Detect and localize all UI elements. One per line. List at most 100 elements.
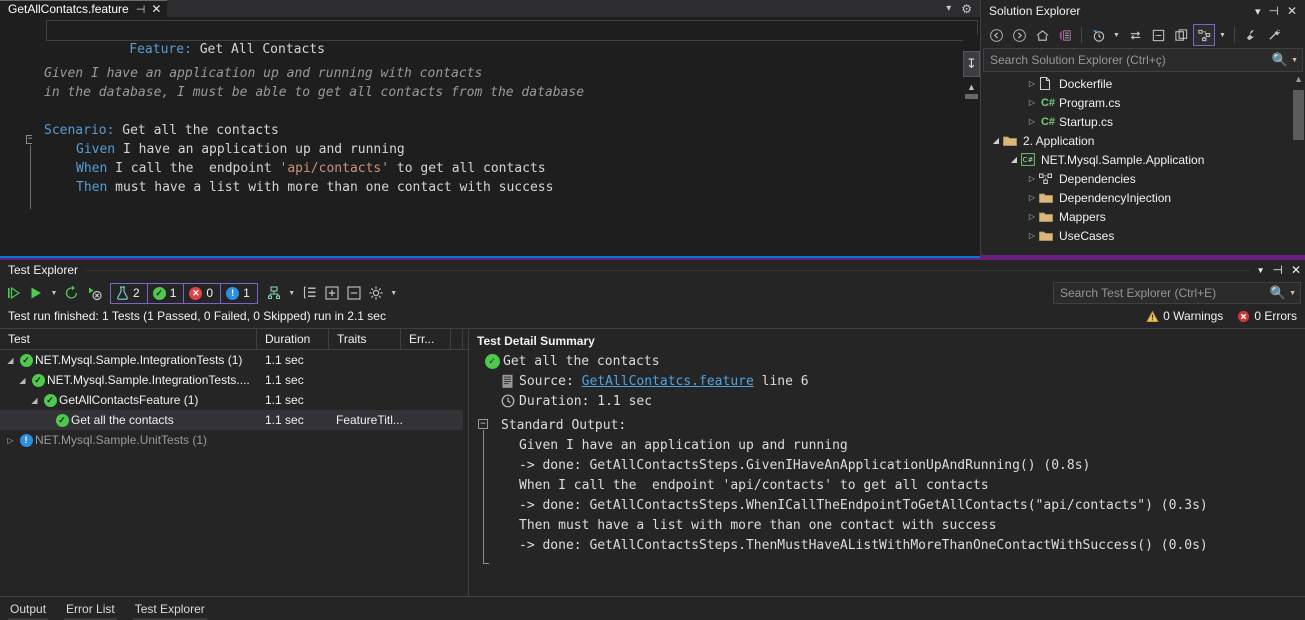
tree-item-mappers[interactable]: ▷ Mappers xyxy=(981,207,1305,226)
chevron-right-icon[interactable]: ▷ xyxy=(1025,98,1039,107)
tree-item-dependencies[interactable]: ▷ Dependencies xyxy=(981,169,1305,188)
split-view-icon[interactable]: ↧ xyxy=(963,51,980,77)
close-icon[interactable]: ✕ xyxy=(1283,4,1301,18)
close-icon[interactable]: ✕ xyxy=(151,3,161,15)
tree-item-startup-cs[interactable]: ▷ C# Startup.cs xyxy=(981,112,1305,131)
solution-explorer-tree[interactable]: ▷ Dockerfile ▷ C# Program.cs ▷ C# Startu… xyxy=(981,72,1305,244)
search-input[interactable] xyxy=(990,53,1272,67)
errors-indicator[interactable]: 0 Errors xyxy=(1237,309,1297,323)
run-all-tests-icon[interactable] xyxy=(4,282,24,304)
solution-explorer-scrollbar[interactable]: ▲ xyxy=(1291,72,1305,244)
chevron-right-icon[interactable]: ▷ xyxy=(1025,231,1039,240)
column-header-traits[interactable]: Traits xyxy=(329,328,401,350)
solution-explorer-search[interactable]: 🔍 ▼ xyxy=(983,48,1303,72)
sync-with-active-document-icon[interactable] xyxy=(1124,24,1146,46)
table-row[interactable]: ✓ Get all the contacts 1.1 sec FeatureTi… xyxy=(0,410,468,430)
pin-icon[interactable]: ⊣ xyxy=(136,3,146,16)
chevron-down-icon[interactable]: ▼ xyxy=(1291,57,1298,64)
home-icon[interactable] xyxy=(1031,24,1053,46)
test-run-status: Test run finished: 1 Tests (1 Passed, 0 … xyxy=(8,309,386,323)
test-list-grid[interactable]: Test Duration Traits Err... ◢ ✓ NET.Mysq… xyxy=(0,328,468,598)
table-row[interactable]: ◢ ✓ NET.Mysql.Sample.IntegrationTests (1… xyxy=(0,350,468,370)
column-header-duration[interactable]: Duration xyxy=(257,328,329,350)
scrollbar-thumb[interactable] xyxy=(1293,90,1304,140)
counter-total[interactable]: 2 xyxy=(111,283,148,303)
chevron-down-icon[interactable]: ◢ xyxy=(16,376,29,385)
group-by-icon[interactable] xyxy=(300,282,320,304)
wrench-icon[interactable] xyxy=(1240,24,1262,46)
counter-passed[interactable]: ✓ 1 xyxy=(148,283,185,303)
column-header-error[interactable]: Err... xyxy=(401,328,451,350)
chevron-right-icon[interactable]: ▷ xyxy=(1025,117,1039,126)
table-row[interactable]: ◢ ✓ NET.Mysql.Sample.IntegrationTests...… xyxy=(0,370,468,390)
test-explorer-search[interactable]: 🔍 ▼ xyxy=(1053,282,1301,304)
tree-item-program-cs[interactable]: ▷ C# Program.cs xyxy=(981,93,1305,112)
chevron-right-icon[interactable]: ▷ xyxy=(1025,212,1039,221)
run-tests-icon[interactable] xyxy=(26,282,46,304)
chevron-down-icon[interactable]: ▼ xyxy=(286,290,298,297)
chevron-down-icon[interactable]: ◢ xyxy=(989,136,1003,145)
new-window-icon[interactable] xyxy=(1170,24,1192,46)
vs-logo-icon[interactable] xyxy=(1054,24,1076,46)
chevron-down-icon[interactable]: ▼ xyxy=(1257,266,1265,275)
detail-source-link[interactable]: GetAllContatcs.feature xyxy=(582,374,754,389)
tree-item-dependencyinjection[interactable]: ▷ DependencyInjection xyxy=(981,188,1305,207)
tree-item-application-project[interactable]: ◢ C# NET.Mysql.Sample.Application xyxy=(981,150,1305,169)
collapse-all-icon[interactable] xyxy=(1147,24,1169,46)
close-icon[interactable]: ✕ xyxy=(1291,263,1301,277)
chevron-right-icon[interactable]: ▷ xyxy=(1025,79,1039,88)
editor-tab-feature-file[interactable]: GetAllContatcs.feature ⊣ ✕ xyxy=(0,0,168,17)
chevron-down-icon[interactable]: ◢ xyxy=(4,356,17,365)
repeat-last-run-icon[interactable] xyxy=(62,282,82,304)
chevron-down-icon[interactable]: ▼ xyxy=(48,290,60,297)
table-row[interactable]: ◢ ✓ GetAllContactsFeature (1) 1.1 sec xyxy=(0,390,468,410)
broom-icon[interactable] xyxy=(1263,24,1285,46)
chevron-right-icon[interactable]: ▷ xyxy=(4,436,17,445)
chevron-down-icon[interactable]: ▼ xyxy=(1110,24,1123,46)
chevron-down-icon[interactable]: ◢ xyxy=(1007,155,1021,164)
collapse-all-icon[interactable] xyxy=(344,282,364,304)
properties-view-icon[interactable] xyxy=(1193,24,1215,46)
collapse-output-box[interactable]: − xyxy=(478,419,488,429)
search-input[interactable] xyxy=(1060,286,1270,300)
code-editor-surface[interactable]: Feature: Get All Contacts Given I have a… xyxy=(32,17,980,258)
gear-icon[interactable]: ⚙ xyxy=(961,2,972,16)
errors-label: 0 Errors xyxy=(1254,309,1297,323)
expand-all-icon[interactable] xyxy=(322,282,342,304)
tab-output[interactable]: Output xyxy=(0,597,56,620)
chevron-right-icon[interactable]: ▷ xyxy=(1025,193,1039,202)
counter-notrun[interactable]: ! 1 xyxy=(221,284,257,303)
chevron-down-icon[interactable]: ▼ xyxy=(388,290,400,297)
tree-item-dockerfile[interactable]: ▷ Dockerfile xyxy=(981,74,1305,93)
chevron-down-icon[interactable]: ▼ xyxy=(1289,290,1296,297)
tree-item-application-folder[interactable]: ◢ 2. Application xyxy=(981,131,1305,150)
chevron-down-icon[interactable]: ▾ xyxy=(1251,5,1265,18)
tree-item-usecases[interactable]: ▷ UseCases xyxy=(981,226,1305,244)
cancel-run-icon[interactable] xyxy=(84,282,104,304)
table-row[interactable]: ▷ ! NET.Mysql.Sample.UnitTests (1) xyxy=(0,430,468,450)
pending-changes-filter-icon[interactable] xyxy=(1087,24,1109,46)
chevron-down-icon[interactable]: ◢ xyxy=(28,396,41,405)
tab-error-list[interactable]: Error List xyxy=(56,597,125,620)
scroll-up-arrow-icon[interactable]: ▲ xyxy=(964,81,979,93)
search-icon[interactable]: 🔍 xyxy=(1270,285,1286,301)
gear-icon[interactable] xyxy=(366,282,386,304)
warnings-indicator[interactable]: 0 Warnings xyxy=(1146,309,1223,323)
chevron-down-icon[interactable]: ▾ xyxy=(946,3,951,14)
code-line-description-1: Given I have an application up and runni… xyxy=(44,66,483,81)
search-icon[interactable]: 🔍 xyxy=(1272,52,1288,68)
pin-icon[interactable]: ⊣ xyxy=(1264,4,1282,18)
forward-icon[interactable] xyxy=(1008,24,1030,46)
editor-vertical-scrollbar[interactable]: ↧ ▲ xyxy=(963,34,980,275)
tab-test-explorer[interactable]: Test Explorer xyxy=(125,597,215,620)
scrollbar-thumb[interactable] xyxy=(965,94,978,99)
chevron-down-icon[interactable]: ▼ xyxy=(1216,24,1229,46)
flask-icon xyxy=(116,286,129,300)
pin-icon[interactable]: ⊣ xyxy=(1272,263,1282,277)
playlist-icon[interactable] xyxy=(264,282,284,304)
scroll-up-arrow-icon[interactable]: ▲ xyxy=(1294,74,1303,84)
counter-failed[interactable]: ✕ 0 xyxy=(184,283,222,303)
column-header-test[interactable]: Test xyxy=(0,328,257,350)
chevron-right-icon[interactable]: ▷ xyxy=(1025,174,1039,183)
back-icon[interactable] xyxy=(985,24,1007,46)
